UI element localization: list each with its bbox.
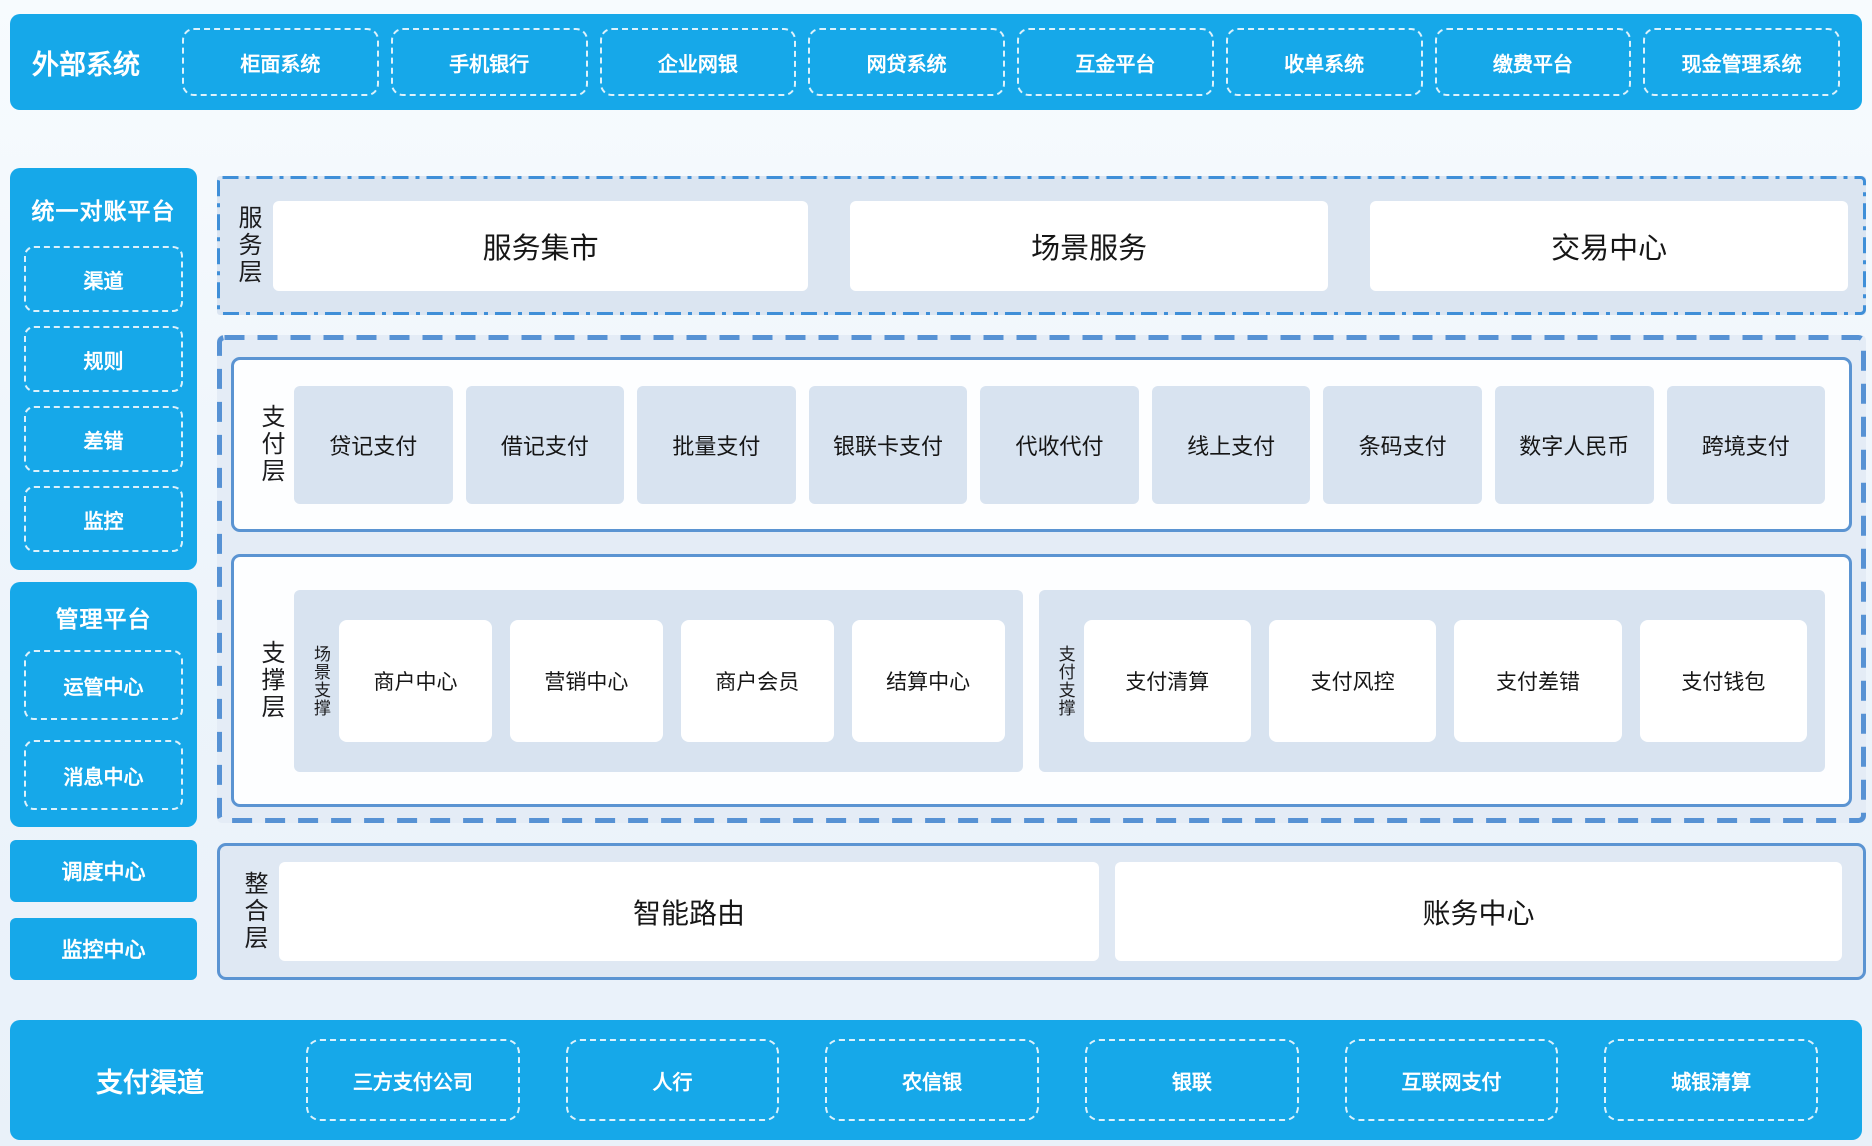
node-accounting-center: 账务中心 (1115, 862, 1842, 961)
external-systems-items: 柜面系统 手机银行 企业网银 网贷系统 互金平台 收单系统 缴费平台 现金管理系… (182, 28, 1840, 96)
external-systems-title: 外部系统 (32, 43, 182, 82)
payment-channels-items: 三方支付公司 人行 农信银 银联 互联网支付 城银清算 (306, 1039, 1818, 1121)
node-city-bank-clearing: 城银清算 (1604, 1039, 1818, 1121)
node-batch-payment: 批量支付 (637, 386, 796, 504)
node-smart-routing: 智能路由 (279, 862, 1099, 961)
payment-layer-frame: 支付层 贷记支付 借记支付 批量支付 银联卡支付 代收代付 线上支付 条码支付 … (231, 357, 1852, 532)
reconciliation-platform-title: 统一对账平台 (24, 192, 183, 226)
node-fee-payment-platform: 缴费平台 (1435, 28, 1632, 96)
node-internet-payment: 互联网支付 (1345, 1039, 1559, 1121)
node-dispatch-center: 调度中心 (10, 840, 197, 902)
node-barcode-payment: 条码支付 (1323, 386, 1482, 504)
node-internet-finance-platform: 互金平台 (1017, 28, 1214, 96)
payment-support-group: 支付支撑 支付清算 支付风控 支付差错 支付钱包 (1039, 590, 1825, 772)
payment-layer-label: 支付层 (258, 404, 282, 485)
payment-channels-title: 支付渠道 (40, 1061, 260, 1100)
scenario-support-group: 场景支撑 商户中心 营销中心 商户会员 结算中心 (294, 590, 1023, 772)
node-pboc: 人行 (566, 1039, 780, 1121)
node-unionpay: 银联 (1085, 1039, 1299, 1121)
node-payment-discrepancy: 支付差错 (1454, 620, 1621, 742)
node-message-center: 消息中心 (24, 740, 183, 810)
node-online-payment: 线上支付 (1152, 386, 1311, 504)
node-payment-risk-control: 支付风控 (1269, 620, 1436, 742)
node-settlement-center: 结算中心 (852, 620, 1005, 742)
node-merchant-member: 商户会员 (681, 620, 834, 742)
external-systems-bar: 外部系统 柜面系统 手机银行 企业网银 网贷系统 互金平台 收单系统 缴费平台 … (10, 14, 1862, 110)
node-marketing-center: 营销中心 (510, 620, 663, 742)
payment-support-container: 支付层 贷记支付 借记支付 批量支付 银联卡支付 代收代付 线上支付 条码支付 … (217, 335, 1866, 823)
node-digital-rmb: 数字人民币 (1495, 386, 1654, 504)
node-merchant-center: 商户中心 (339, 620, 492, 742)
node-third-party-payment-company: 三方支付公司 (306, 1039, 520, 1121)
node-cash-management-system: 现金管理系统 (1643, 28, 1840, 96)
node-monitor-center: 监控中心 (10, 918, 197, 980)
node-transaction-center: 交易中心 (1370, 201, 1848, 291)
node-payment-clearing: 支付清算 (1084, 620, 1251, 742)
payment-channels-bar: 支付渠道 三方支付公司 人行 农信银 银联 互联网支付 城银清算 (10, 1020, 1862, 1140)
node-discrepancy: 差错 (24, 406, 183, 472)
node-counter-system: 柜面系统 (182, 28, 379, 96)
node-online-loan-system: 网贷系统 (808, 28, 1005, 96)
scenario-support-label: 场景支撑 (312, 645, 329, 717)
reconciliation-platform-block: 统一对账平台 渠道 规则 差错 监控 (10, 168, 197, 570)
node-acquiring-system: 收单系统 (1226, 28, 1423, 96)
node-corporate-ebank: 企业网银 (600, 28, 797, 96)
integration-layer-panel: 整合层 智能路由 账务中心 (217, 843, 1866, 980)
management-platform-title: 管理平台 (24, 600, 183, 634)
node-monitoring: 监控 (24, 486, 183, 552)
node-mobile-banking: 手机银行 (391, 28, 588, 96)
node-credit-payment: 贷记支付 (294, 386, 453, 504)
payment-support-label: 支付支撑 (1057, 645, 1074, 717)
service-layer-label: 服务层 (235, 205, 259, 286)
node-unionpay-card-payment: 银联卡支付 (809, 386, 968, 504)
node-cross-border-payment: 跨境支付 (1667, 386, 1826, 504)
support-layer-frame: 支撑层 场景支撑 商户中心 营销中心 商户会员 结算中心 支付支撑 支付清算 支… (231, 554, 1852, 807)
node-debit-payment: 借记支付 (466, 386, 625, 504)
service-layer-panel: 服务层 服务集市 场景服务 交易中心 (217, 176, 1866, 315)
node-payment-wallet: 支付钱包 (1640, 620, 1807, 742)
management-platform-block: 管理平台 运管中心 消息中心 (10, 582, 197, 827)
node-operation-center: 运管中心 (24, 650, 183, 720)
node-collection-agency-payment: 代收代付 (980, 386, 1139, 504)
support-layer-label: 支撑层 (258, 640, 282, 721)
integration-layer-label: 整合层 (241, 871, 265, 952)
node-scenario-service: 场景服务 (850, 201, 1328, 291)
node-rules: 规则 (24, 326, 183, 392)
node-channel: 渠道 (24, 246, 183, 312)
node-rural-credit-bank: 农信银 (825, 1039, 1039, 1121)
node-service-market: 服务集市 (273, 201, 808, 291)
